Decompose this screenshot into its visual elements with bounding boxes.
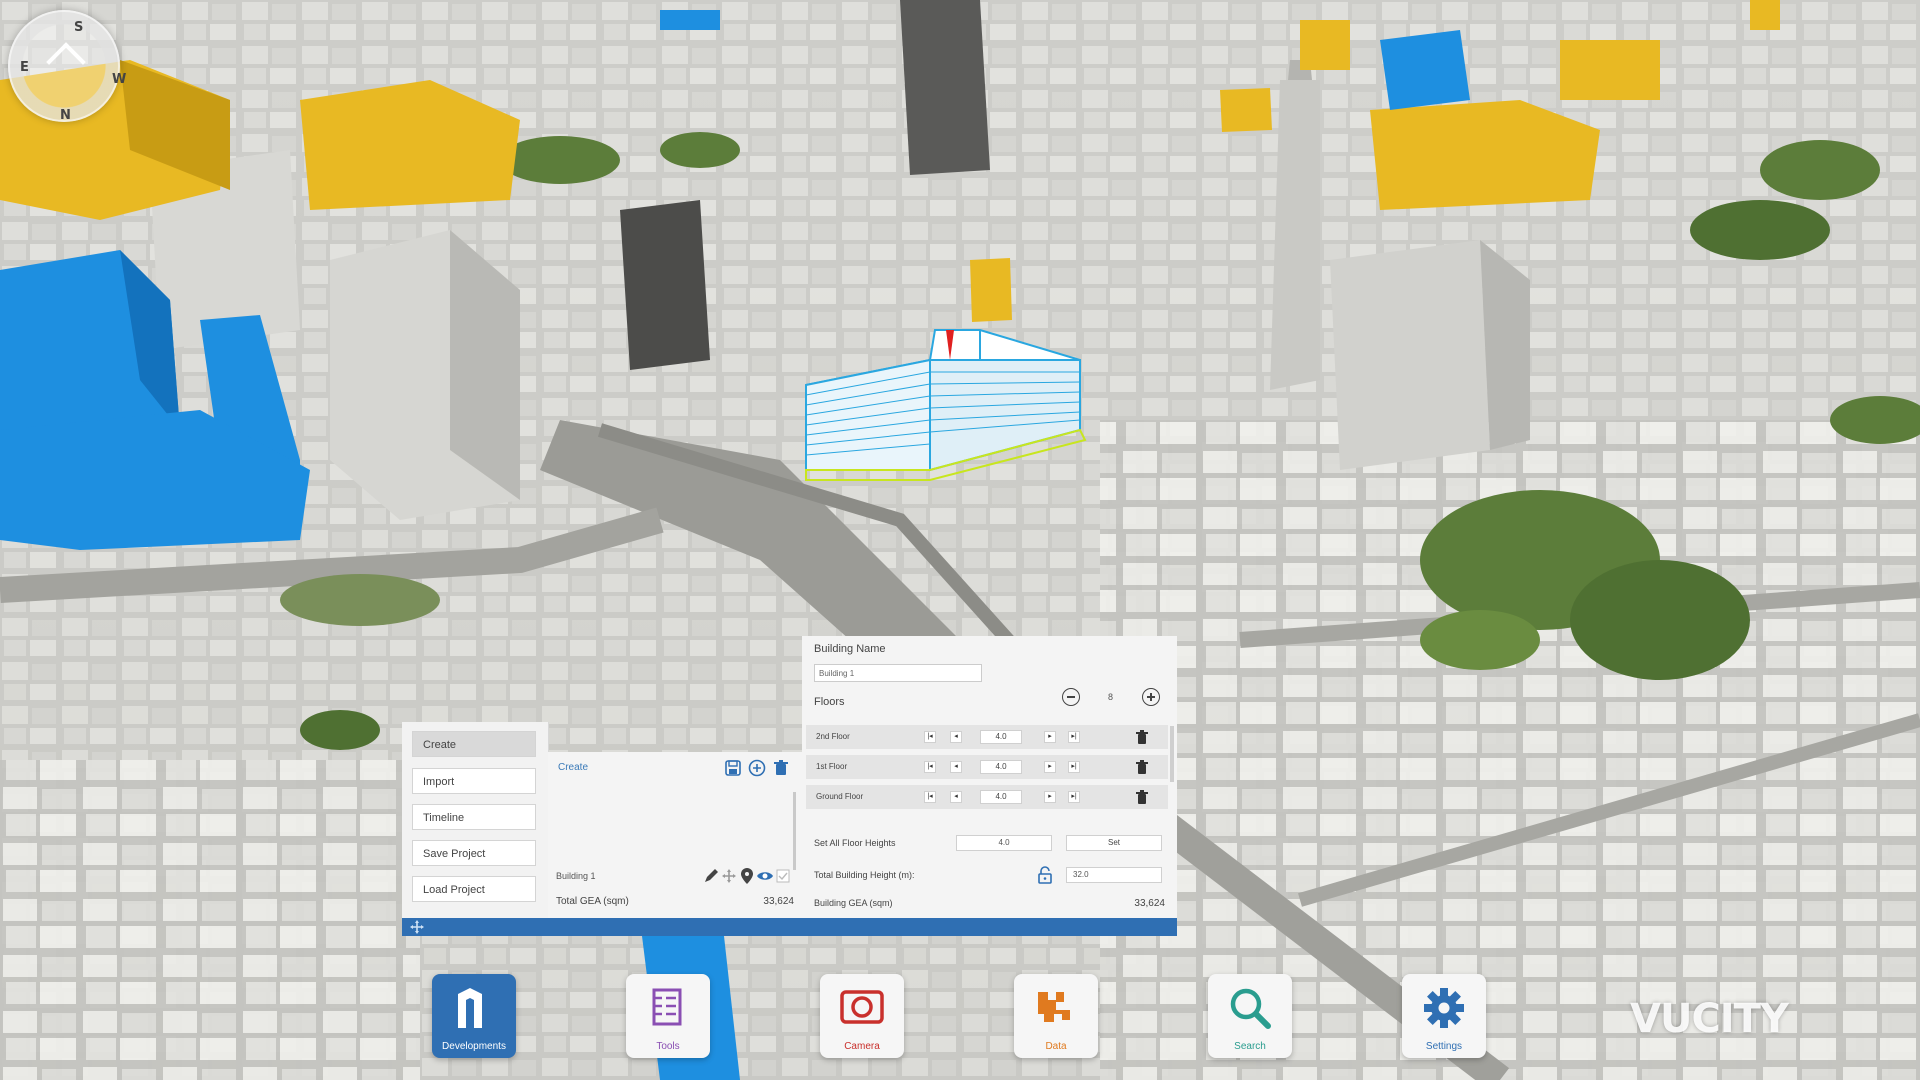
dock-label: Search	[1234, 1041, 1266, 1052]
dock-label: Data	[1045, 1041, 1067, 1052]
dock-tools-button[interactable]: Tools	[626, 974, 710, 1058]
add-circle-icon[interactable]	[748, 759, 766, 777]
project-list-scrollbar[interactable]	[793, 792, 796, 870]
building-panel: Building Name Floors 8 2nd Floor |◂ ◂ 4.…	[802, 636, 1177, 918]
data-icon	[1038, 992, 1070, 1022]
remove-floor-button[interactable]	[1062, 688, 1080, 706]
compass-north-label: N	[60, 108, 71, 123]
set-all-floor-heights-label: Set All Floor Heights	[814, 838, 896, 848]
menu-import-button[interactable]: Import	[412, 768, 536, 794]
dock-settings-button[interactable]: Settings	[1402, 974, 1486, 1058]
building-list-name: Building 1	[556, 871, 596, 881]
last-floor-button[interactable]: ▸|	[1068, 761, 1080, 773]
project-panel-title: Create	[558, 762, 589, 773]
pencil-icon[interactable]	[702, 867, 720, 885]
compass-south-label: S	[74, 20, 84, 35]
floor-name: Ground Floor	[816, 792, 864, 801]
minus-icon	[1067, 696, 1075, 698]
menu-timeline-button[interactable]: Timeline	[412, 804, 536, 830]
project-panel: Create Building 1 Total GEA (sqm) 33,624	[548, 752, 802, 918]
first-floor-button[interactable]: |◂	[924, 761, 936, 773]
floors-scrollbar[interactable]	[1170, 726, 1174, 782]
lock-icon[interactable]	[1038, 866, 1052, 889]
decrease-height-button[interactable]: ◂	[950, 731, 962, 743]
set-button[interactable]: Set	[1066, 835, 1162, 851]
checkbox[interactable]	[774, 867, 792, 885]
compass-west-label: W	[112, 72, 127, 87]
floor-name: 2nd Floor	[816, 732, 850, 741]
building-name-input[interactable]	[814, 664, 982, 682]
list-item[interactable]: Building 1	[556, 866, 792, 886]
last-floor-button[interactable]: ▸|	[1068, 731, 1080, 743]
trash-icon[interactable]	[1136, 760, 1148, 779]
vucity-logo: VUCITY	[1630, 996, 1789, 1042]
floor-row: Ground Floor |◂ ◂ 4.0 ▸ ▸|	[806, 784, 1168, 809]
total-gea-label: Total GEA (sqm)	[556, 896, 629, 907]
plus-icon	[1147, 693, 1155, 701]
last-floor-button[interactable]: ▸|	[1068, 791, 1080, 803]
menu-load-project-button[interactable]: Load Project	[412, 876, 536, 902]
camera-icon	[840, 990, 884, 1024]
trash-icon[interactable]	[1136, 790, 1148, 809]
set-all-floor-heights-input[interactable]: 4.0	[956, 835, 1052, 851]
create-menu-panel: Create Import Timeline Save Project Load…	[402, 722, 549, 918]
decrease-height-button[interactable]: ◂	[950, 791, 962, 803]
increase-height-button[interactable]: ▸	[1044, 731, 1056, 743]
dock-label: Tools	[656, 1041, 680, 1052]
building-name-label: Building Name	[814, 643, 886, 655]
floor-row: 2nd Floor |◂ ◂ 4.0 ▸ ▸|	[806, 724, 1168, 749]
decrease-height-button[interactable]: ◂	[950, 761, 962, 773]
search-icon	[1230, 988, 1271, 1029]
dock-data-button[interactable]: Data	[1014, 974, 1098, 1058]
dock-search-button[interactable]: Search	[1208, 974, 1292, 1058]
eye-icon[interactable]	[756, 867, 774, 885]
increase-height-button[interactable]: ▸	[1044, 791, 1056, 803]
floor-row: 1st Floor |◂ ◂ 4.0 ▸ ▸|	[806, 754, 1168, 779]
compass[interactable]: S E W N	[8, 10, 126, 123]
save-icon[interactable]	[724, 759, 742, 777]
menu-save-project-button[interactable]: Save Project	[412, 840, 536, 866]
increase-height-button[interactable]: ▸	[1044, 761, 1056, 773]
dock-label: Camera	[844, 1041, 880, 1052]
first-floor-button[interactable]: |◂	[924, 791, 936, 803]
trash-icon[interactable]	[772, 759, 790, 777]
total-building-height-label: Total Building Height (m):	[814, 870, 915, 880]
tools-icon	[652, 988, 682, 1026]
total-building-height-input[interactable]: 32.0	[1066, 867, 1162, 883]
first-floor-button[interactable]: |◂	[924, 731, 936, 743]
building-gea-label: Building GEA (sqm)	[814, 898, 893, 908]
compass-east-label: E	[20, 60, 29, 75]
total-gea-value: 33,624	[763, 896, 794, 907]
add-floor-button[interactable]	[1142, 688, 1160, 706]
panel-bottom-bar	[402, 918, 1177, 936]
move-panel-icon[interactable]	[410, 920, 424, 939]
floor-height-value[interactable]: 4.0	[980, 730, 1022, 744]
compass-arrow-icon	[46, 42, 86, 82]
floor-height-value[interactable]: 4.0	[980, 790, 1022, 804]
floors-label: Floors	[814, 696, 845, 708]
floor-height-value[interactable]: 4.0	[980, 760, 1022, 774]
move-icon[interactable]	[720, 867, 738, 885]
dock-label: Developments	[442, 1041, 506, 1052]
menu-create-button[interactable]: Create	[412, 731, 536, 757]
dock-developments-button[interactable]: Developments	[432, 974, 516, 1058]
floors-count: 8	[1108, 692, 1114, 702]
trash-icon[interactable]	[1136, 730, 1148, 749]
dock-camera-button[interactable]: Camera	[820, 974, 904, 1058]
floor-name: 1st Floor	[816, 762, 848, 771]
settings-icon	[1424, 988, 1464, 1028]
dock-label: Settings	[1425, 1041, 1463, 1052]
developments-icon	[458, 988, 482, 1028]
location-pin-icon[interactable]	[738, 867, 756, 885]
building-gea-value: 33,624	[1134, 898, 1165, 909]
